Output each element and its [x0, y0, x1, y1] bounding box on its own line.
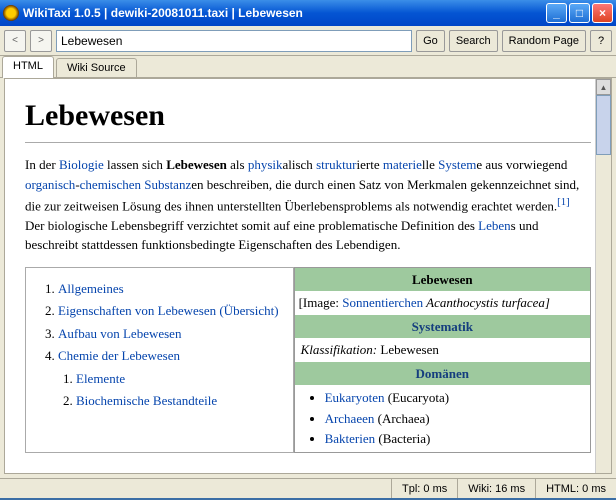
- toc-item: Biochemische Bestandteile: [76, 391, 279, 411]
- link-chemisch[interactable]: chemischen: [80, 177, 141, 192]
- content-pane: ▲ Lebewesen In der Biologie lassen sich …: [4, 78, 612, 474]
- link-materie[interactable]: materie: [383, 157, 422, 172]
- list-item: Bakterien (Bacteria): [325, 429, 584, 449]
- tab-html[interactable]: HTML: [2, 56, 54, 78]
- status-wiki: Wiki: 16 ms: [457, 479, 535, 498]
- toc-item: Chemie der Lebewesen Elemente Biochemisc…: [58, 346, 279, 411]
- search-button[interactable]: Search: [449, 30, 498, 52]
- infobox: Lebewesen [Image: Sonnentierchen Acantho…: [294, 267, 591, 453]
- link-archaeen[interactable]: Archaeen: [325, 411, 375, 426]
- list-item: Archaeen (Archaea): [325, 409, 584, 429]
- toolbar: < > Go Search Random Page ?: [0, 26, 616, 56]
- forward-button[interactable]: >: [30, 30, 52, 52]
- link-substanz[interactable]: Substanz: [144, 177, 191, 192]
- link-eukaryoten[interactable]: Eukaryoten: [325, 390, 385, 405]
- link-struktur[interactable]: struktur: [316, 157, 356, 172]
- article-title: Lebewesen: [25, 93, 591, 143]
- status-html: HTML: 0 ms: [535, 479, 616, 498]
- scroll-up-arrow[interactable]: ▲: [596, 79, 611, 95]
- toc-link-2[interactable]: Eigenschaften von Lebewesen (Übersicht): [58, 303, 279, 318]
- search-input[interactable]: [56, 30, 412, 52]
- ref-1[interactable]: [1]: [557, 196, 570, 208]
- content-wrapper: ▲ Lebewesen In der Biologie lassen sich …: [0, 78, 616, 478]
- window-controls: _ □ ×: [546, 3, 613, 23]
- toc-item: Eigenschaften von Lebewesen (Übersicht): [58, 301, 279, 321]
- link-bakterien[interactable]: Bakterien: [325, 431, 376, 446]
- statusbar: Tpl: 0 ms Wiki: 16 ms HTML: 0 ms: [0, 478, 616, 498]
- toc-link-1[interactable]: Allgemeines: [58, 281, 124, 296]
- infobox-systematik-header: Systematik: [295, 315, 590, 339]
- link-sonnentierchen[interactable]: Sonnentierchen: [342, 295, 423, 310]
- table-of-contents: Allgemeines Eigenschaften von Lebewesen …: [25, 267, 294, 453]
- toc-link-3[interactable]: Aufbau von Lebewesen: [58, 326, 181, 341]
- go-button[interactable]: Go: [416, 30, 445, 52]
- infobox-domaenen-list: Eukaryoten (Eucaryota) Archaeen (Archaea…: [295, 385, 590, 452]
- toc-item: Aufbau von Lebewesen: [58, 324, 279, 344]
- tabbar: HTML Wiki Source: [0, 56, 616, 78]
- toc-link-4-2[interactable]: Biochemische Bestandteile: [76, 393, 217, 408]
- link-biologie[interactable]: Biologie: [59, 157, 104, 172]
- titlebar[interactable]: WikiTaxi 1.0.5 | dewiki-20081011.taxi | …: [0, 0, 616, 26]
- help-button[interactable]: ?: [590, 30, 612, 52]
- random-button[interactable]: Random Page: [502, 30, 586, 52]
- minimize-button[interactable]: _: [546, 3, 567, 23]
- link-system[interactable]: System: [438, 157, 476, 172]
- scroll-thumb[interactable]: [596, 95, 611, 155]
- vertical-scrollbar[interactable]: ▲: [595, 79, 611, 473]
- maximize-button[interactable]: □: [569, 3, 590, 23]
- toc-item: Elemente: [76, 369, 279, 389]
- link-organisch[interactable]: organisch: [25, 177, 75, 192]
- tab-wiki-source[interactable]: Wiki Source: [56, 58, 137, 77]
- infobox-header: Lebewesen: [295, 268, 590, 292]
- status-tpl: Tpl: 0 ms: [391, 479, 457, 498]
- link-leben[interactable]: Leben: [478, 218, 510, 233]
- article-intro: In der Biologie lassen sich Lebewesen al…: [25, 155, 591, 255]
- infobox-image: [Image: Sonnentierchen Acanthocystis tur…: [295, 291, 590, 315]
- close-button[interactable]: ×: [592, 3, 613, 23]
- window-title: WikiTaxi 1.0.5 | dewiki-20081011.taxi | …: [23, 6, 546, 20]
- back-button[interactable]: <: [4, 30, 26, 52]
- infobox-klassifikation: Klassifikation: Lebewesen: [295, 338, 590, 362]
- app-icon: [3, 5, 19, 21]
- toc-item: Allgemeines: [58, 279, 279, 299]
- infobox-domaenen-header: Domänen: [295, 362, 590, 386]
- list-item: Eukaryoten (Eucaryota): [325, 388, 584, 408]
- toc-link-4-1[interactable]: Elemente: [76, 371, 125, 386]
- article: Lebewesen In der Biologie lassen sich Le…: [5, 79, 611, 473]
- toc-link-4[interactable]: Chemie der Lebewesen: [58, 348, 180, 363]
- link-physik[interactable]: physik: [248, 157, 283, 172]
